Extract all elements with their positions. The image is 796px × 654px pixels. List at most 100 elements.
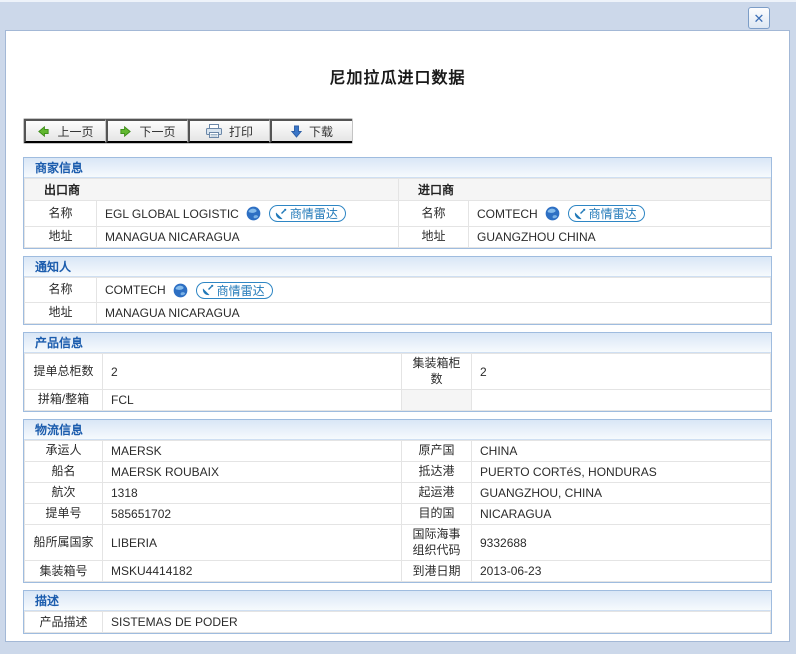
logistics-label: 原产国 bbox=[402, 441, 472, 462]
green-arrow-right-icon bbox=[119, 125, 132, 138]
notify-name-label: 名称 bbox=[25, 278, 97, 303]
section-description-title: 描述 bbox=[24, 591, 771, 611]
notify-name-value: COMTECH 商情雷达 bbox=[97, 278, 771, 303]
notify-name-text: COMTECH bbox=[105, 283, 166, 297]
section-product-info: 产品信息 提单总柜数 2 集装箱柜数 2 拼箱/整箱 FCL bbox=[23, 332, 772, 412]
radar-badge-label: 商情雷达 bbox=[217, 282, 265, 299]
section-merchant-info: 商家信息 出口商 进口商 名称 EGL GLOBAL LOGISTIC 商情雷达 bbox=[23, 157, 772, 249]
product-label bbox=[402, 390, 472, 411]
table-row: 产品描述 SISTEMAS DE PODER bbox=[25, 612, 771, 633]
product-value: 2 bbox=[472, 354, 771, 390]
logistics-label: 集装箱号 bbox=[25, 561, 103, 582]
product-label: 提单总柜数 bbox=[25, 354, 103, 390]
logistics-value: 1318 bbox=[103, 483, 402, 504]
table-row: 船所属国家 LIBERIA 国际海事组织代码 9332688 bbox=[25, 525, 771, 561]
page-background: { "window": { "close_glyph": "✕" }, "pag… bbox=[0, 0, 796, 654]
section-notify-title: 通知人 bbox=[24, 257, 771, 277]
printer-icon bbox=[206, 124, 222, 138]
logistics-label: 国际海事组织代码 bbox=[402, 525, 472, 561]
toolbar: 上一页 下一页 打印 下载 bbox=[23, 118, 353, 144]
close-icon: ✕ bbox=[754, 12, 765, 25]
logistics-value: 9332688 bbox=[472, 525, 771, 561]
exporter-address-value: MANAGUA NICARAGUA bbox=[97, 227, 399, 248]
description-label: 产品描述 bbox=[25, 612, 103, 633]
globe-icon[interactable] bbox=[246, 206, 261, 221]
radar-badge[interactable]: 商情雷达 bbox=[269, 205, 346, 222]
notify-table: 名称 COMTECH 商情雷达 地址 MANAGUA NICARAGUA bbox=[24, 277, 771, 324]
prev-page-button[interactable]: 上一页 bbox=[24, 119, 106, 143]
importer-name-label: 名称 bbox=[399, 201, 469, 227]
importer-header: 进口商 bbox=[399, 179, 771, 201]
satellite-dish-icon bbox=[202, 284, 214, 296]
table-row: 提单总柜数 2 集装箱柜数 2 bbox=[25, 354, 771, 390]
importer-name-value: COMTECH 商情雷达 bbox=[469, 201, 771, 227]
logistics-label: 起运港 bbox=[402, 483, 472, 504]
print-label: 打印 bbox=[229, 123, 253, 140]
logistics-table: 承运人 MAERSK 原产国 CHINA 船名 MAERSK ROUBAIX 抵… bbox=[24, 440, 771, 582]
exporter-name-label: 名称 bbox=[25, 201, 97, 227]
product-label: 拼箱/整箱 bbox=[25, 390, 103, 411]
green-arrow-left-icon bbox=[37, 125, 50, 138]
description-table: 产品描述 SISTEMAS DE PODER bbox=[24, 611, 771, 633]
exporter-name-value: EGL GLOBAL LOGISTIC 商情雷达 bbox=[97, 201, 399, 227]
table-row: 船名 MAERSK ROUBAIX 抵达港 PUERTO CORTéS, HON… bbox=[25, 462, 771, 483]
section-logistics-info: 物流信息 承运人 MAERSK 原产国 CHINA 船名 MAERSK ROUB… bbox=[23, 419, 772, 583]
table-row: 提单号 585651702 目的国 NICARAGUA bbox=[25, 504, 771, 525]
section-notify-party: 通知人 名称 COMTECH 商情雷达 地址 bbox=[23, 256, 772, 325]
close-button[interactable]: ✕ bbox=[748, 7, 770, 29]
logistics-label: 航次 bbox=[25, 483, 103, 504]
radar-badge-label: 商情雷达 bbox=[589, 205, 637, 222]
logistics-label: 船名 bbox=[25, 462, 103, 483]
exporter-address-label: 地址 bbox=[25, 227, 97, 248]
logistics-value: NICARAGUA bbox=[472, 504, 771, 525]
product-value: FCL bbox=[103, 390, 402, 411]
globe-icon[interactable] bbox=[545, 206, 560, 221]
logistics-value: MAERSK bbox=[103, 441, 402, 462]
table-row: 出口商 进口商 bbox=[25, 179, 771, 201]
importer-name-text: COMTECH bbox=[477, 207, 538, 221]
satellite-dish-icon bbox=[574, 208, 586, 220]
logistics-value: GUANGZHOU, CHINA bbox=[472, 483, 771, 504]
logistics-value: MSKU4414182 bbox=[103, 561, 402, 582]
logistics-label: 船所属国家 bbox=[25, 525, 103, 561]
logistics-label: 承运人 bbox=[25, 441, 103, 462]
download-button[interactable]: 下载 bbox=[270, 119, 352, 143]
notify-address-value: MANAGUA NICARAGUA bbox=[97, 303, 771, 324]
table-row: 承运人 MAERSK 原产国 CHINA bbox=[25, 441, 771, 462]
logistics-value: PUERTO CORTéS, HONDURAS bbox=[472, 462, 771, 483]
logistics-label: 目的国 bbox=[402, 504, 472, 525]
radar-badge[interactable]: 商情雷达 bbox=[196, 282, 273, 299]
description-value: SISTEMAS DE PODER bbox=[103, 612, 771, 633]
logistics-value: CHINA bbox=[472, 441, 771, 462]
section-description: 描述 产品描述 SISTEMAS DE PODER bbox=[23, 590, 772, 634]
table-row: 名称 COMTECH 商情雷达 bbox=[25, 278, 771, 303]
import-data-dialog: 尼加拉瓜进口数据 上一页 下一页 打印 下载 商家信息 出口商 进口商 bbox=[5, 30, 790, 642]
logistics-value: 585651702 bbox=[103, 504, 402, 525]
table-row: 集装箱号 MSKU4414182 到港日期 2013-06-23 bbox=[25, 561, 771, 582]
print-button[interactable]: 打印 bbox=[188, 119, 270, 143]
page-title: 尼加拉瓜进口数据 bbox=[6, 64, 789, 88]
logistics-label: 提单号 bbox=[25, 504, 103, 525]
product-value bbox=[472, 390, 771, 411]
logistics-label: 到港日期 bbox=[402, 561, 472, 582]
exporter-name-text: EGL GLOBAL LOGISTIC bbox=[105, 207, 239, 221]
logistics-value: MAERSK ROUBAIX bbox=[103, 462, 402, 483]
merchant-table: 出口商 进口商 名称 EGL GLOBAL LOGISTIC 商情雷达 名称 bbox=[24, 178, 771, 248]
exporter-header: 出口商 bbox=[25, 179, 399, 201]
radar-badge[interactable]: 商情雷达 bbox=[568, 205, 645, 222]
table-row: 地址 MANAGUA NICARAGUA bbox=[25, 303, 771, 324]
product-label: 集装箱柜数 bbox=[402, 354, 472, 390]
radar-badge-label: 商情雷达 bbox=[290, 205, 338, 222]
section-merchant-title: 商家信息 bbox=[24, 158, 771, 178]
globe-icon[interactable] bbox=[173, 283, 188, 298]
table-row: 拼箱/整箱 FCL bbox=[25, 390, 771, 411]
next-page-button[interactable]: 下一页 bbox=[106, 119, 188, 143]
download-label: 下载 bbox=[309, 123, 333, 140]
blue-arrow-down-icon bbox=[291, 125, 302, 138]
section-logistics-title: 物流信息 bbox=[24, 420, 771, 440]
importer-address-label: 地址 bbox=[399, 227, 469, 248]
product-value: 2 bbox=[103, 354, 402, 390]
logistics-value: LIBERIA bbox=[103, 525, 402, 561]
table-row: 地址 MANAGUA NICARAGUA 地址 GUANGZHOU CHINA bbox=[25, 227, 771, 248]
notify-address-label: 地址 bbox=[25, 303, 97, 324]
